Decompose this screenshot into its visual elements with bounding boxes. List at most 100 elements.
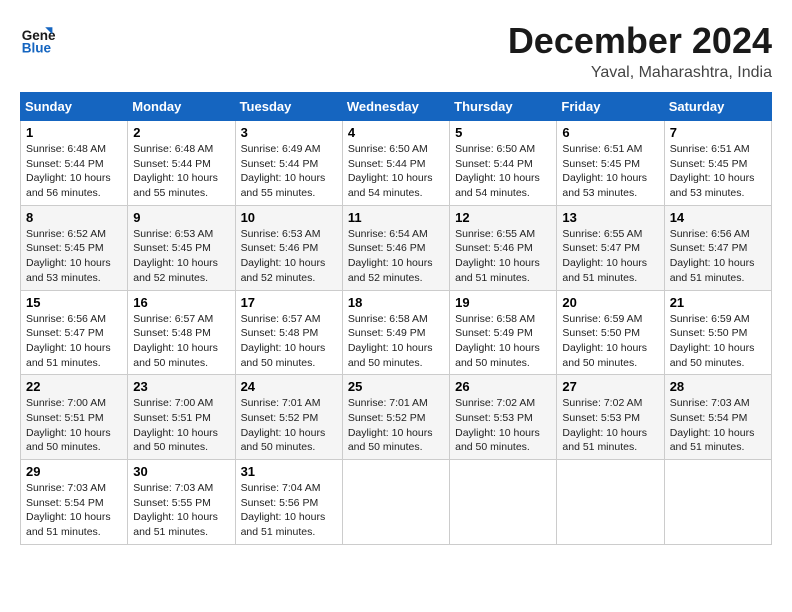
day-info: Sunrise: 6:56 AM Sunset: 5:47 PM Dayligh… xyxy=(670,227,766,286)
day-info: Sunrise: 6:52 AM Sunset: 5:45 PM Dayligh… xyxy=(26,227,122,286)
day-number: 28 xyxy=(670,379,766,394)
calendar-week-2: 8 Sunrise: 6:52 AM Sunset: 5:45 PM Dayli… xyxy=(21,205,772,290)
calendar-week-4: 22 Sunrise: 7:00 AM Sunset: 5:51 PM Dayl… xyxy=(21,375,772,460)
calendar-cell xyxy=(342,460,449,545)
weekday-header-sunday: Sunday xyxy=(21,93,128,121)
day-number: 24 xyxy=(241,379,337,394)
calendar-cell: 11 Sunrise: 6:54 AM Sunset: 5:46 PM Dayl… xyxy=(342,205,449,290)
calendar-cell: 30 Sunrise: 7:03 AM Sunset: 5:55 PM Dayl… xyxy=(128,460,235,545)
weekday-header-saturday: Saturday xyxy=(664,93,771,121)
day-info: Sunrise: 7:04 AM Sunset: 5:56 PM Dayligh… xyxy=(241,481,337,540)
calendar-cell: 8 Sunrise: 6:52 AM Sunset: 5:45 PM Dayli… xyxy=(21,205,128,290)
calendar-cell: 22 Sunrise: 7:00 AM Sunset: 5:51 PM Dayl… xyxy=(21,375,128,460)
weekday-header-friday: Friday xyxy=(557,93,664,121)
calendar-cell: 9 Sunrise: 6:53 AM Sunset: 5:45 PM Dayli… xyxy=(128,205,235,290)
calendar-week-3: 15 Sunrise: 6:56 AM Sunset: 5:47 PM Dayl… xyxy=(21,290,772,375)
weekday-header-thursday: Thursday xyxy=(450,93,557,121)
calendar-cell: 21 Sunrise: 6:59 AM Sunset: 5:50 PM Dayl… xyxy=(664,290,771,375)
day-info: Sunrise: 7:01 AM Sunset: 5:52 PM Dayligh… xyxy=(241,396,337,455)
day-info: Sunrise: 6:55 AM Sunset: 5:46 PM Dayligh… xyxy=(455,227,551,286)
calendar-cell: 18 Sunrise: 6:58 AM Sunset: 5:49 PM Dayl… xyxy=(342,290,449,375)
calendar-cell: 24 Sunrise: 7:01 AM Sunset: 5:52 PM Dayl… xyxy=(235,375,342,460)
day-info: Sunrise: 6:59 AM Sunset: 5:50 PM Dayligh… xyxy=(670,312,766,371)
day-info: Sunrise: 7:03 AM Sunset: 5:54 PM Dayligh… xyxy=(26,481,122,540)
day-info: Sunrise: 6:49 AM Sunset: 5:44 PM Dayligh… xyxy=(241,142,337,201)
day-number: 5 xyxy=(455,125,551,140)
logo-icon: General Blue xyxy=(20,20,56,56)
logo: General Blue xyxy=(20,20,56,56)
day-number: 17 xyxy=(241,295,337,310)
day-info: Sunrise: 7:01 AM Sunset: 5:52 PM Dayligh… xyxy=(348,396,444,455)
day-info: Sunrise: 6:59 AM Sunset: 5:50 PM Dayligh… xyxy=(562,312,658,371)
calendar-cell: 16 Sunrise: 6:57 AM Sunset: 5:48 PM Dayl… xyxy=(128,290,235,375)
day-info: Sunrise: 6:50 AM Sunset: 5:44 PM Dayligh… xyxy=(455,142,551,201)
calendar-cell: 25 Sunrise: 7:01 AM Sunset: 5:52 PM Dayl… xyxy=(342,375,449,460)
day-number: 26 xyxy=(455,379,551,394)
day-number: 4 xyxy=(348,125,444,140)
calendar-cell: 10 Sunrise: 6:53 AM Sunset: 5:46 PM Dayl… xyxy=(235,205,342,290)
day-number: 12 xyxy=(455,210,551,225)
day-number: 6 xyxy=(562,125,658,140)
day-number: 20 xyxy=(562,295,658,310)
day-number: 27 xyxy=(562,379,658,394)
calendar-cell xyxy=(450,460,557,545)
calendar-cell: 13 Sunrise: 6:55 AM Sunset: 5:47 PM Dayl… xyxy=(557,205,664,290)
calendar-cell: 1 Sunrise: 6:48 AM Sunset: 5:44 PM Dayli… xyxy=(21,121,128,206)
calendar-header-row: SundayMondayTuesdayWednesdayThursdayFrid… xyxy=(21,93,772,121)
svg-text:Blue: Blue xyxy=(22,40,52,55)
day-number: 18 xyxy=(348,295,444,310)
calendar-cell: 27 Sunrise: 7:02 AM Sunset: 5:53 PM Dayl… xyxy=(557,375,664,460)
day-number: 23 xyxy=(133,379,229,394)
day-info: Sunrise: 6:57 AM Sunset: 5:48 PM Dayligh… xyxy=(133,312,229,371)
day-info: Sunrise: 6:51 AM Sunset: 5:45 PM Dayligh… xyxy=(670,142,766,201)
calendar-cell: 6 Sunrise: 6:51 AM Sunset: 5:45 PM Dayli… xyxy=(557,121,664,206)
day-number: 3 xyxy=(241,125,337,140)
day-info: Sunrise: 6:53 AM Sunset: 5:45 PM Dayligh… xyxy=(133,227,229,286)
page-header: General Blue December 2024 Yaval, Mahara… xyxy=(20,20,772,82)
day-number: 15 xyxy=(26,295,122,310)
day-number: 30 xyxy=(133,464,229,479)
day-number: 25 xyxy=(348,379,444,394)
calendar-cell: 4 Sunrise: 6:50 AM Sunset: 5:44 PM Dayli… xyxy=(342,121,449,206)
calendar-cell: 17 Sunrise: 6:57 AM Sunset: 5:48 PM Dayl… xyxy=(235,290,342,375)
day-number: 22 xyxy=(26,379,122,394)
day-number: 21 xyxy=(670,295,766,310)
day-info: Sunrise: 7:00 AM Sunset: 5:51 PM Dayligh… xyxy=(133,396,229,455)
title-area: December 2024 Yaval, Maharashtra, India xyxy=(508,20,772,82)
day-info: Sunrise: 7:03 AM Sunset: 5:54 PM Dayligh… xyxy=(670,396,766,455)
calendar-cell: 14 Sunrise: 6:56 AM Sunset: 5:47 PM Dayl… xyxy=(664,205,771,290)
calendar-cell: 2 Sunrise: 6:48 AM Sunset: 5:44 PM Dayli… xyxy=(128,121,235,206)
location: Yaval, Maharashtra, India xyxy=(508,64,772,82)
calendar-cell: 31 Sunrise: 7:04 AM Sunset: 5:56 PM Dayl… xyxy=(235,460,342,545)
day-number: 14 xyxy=(670,210,766,225)
calendar-week-5: 29 Sunrise: 7:03 AM Sunset: 5:54 PM Dayl… xyxy=(21,460,772,545)
calendar-cell xyxy=(664,460,771,545)
day-info: Sunrise: 6:48 AM Sunset: 5:44 PM Dayligh… xyxy=(133,142,229,201)
day-number: 2 xyxy=(133,125,229,140)
calendar-cell: 20 Sunrise: 6:59 AM Sunset: 5:50 PM Dayl… xyxy=(557,290,664,375)
day-info: Sunrise: 6:58 AM Sunset: 5:49 PM Dayligh… xyxy=(455,312,551,371)
calendar-cell: 28 Sunrise: 7:03 AM Sunset: 5:54 PM Dayl… xyxy=(664,375,771,460)
day-number: 10 xyxy=(241,210,337,225)
month-title: December 2024 xyxy=(508,20,772,62)
weekday-header-monday: Monday xyxy=(128,93,235,121)
calendar-cell: 23 Sunrise: 7:00 AM Sunset: 5:51 PM Dayl… xyxy=(128,375,235,460)
day-number: 9 xyxy=(133,210,229,225)
day-number: 1 xyxy=(26,125,122,140)
calendar-cell: 5 Sunrise: 6:50 AM Sunset: 5:44 PM Dayli… xyxy=(450,121,557,206)
day-number: 31 xyxy=(241,464,337,479)
day-info: Sunrise: 7:02 AM Sunset: 5:53 PM Dayligh… xyxy=(455,396,551,455)
day-info: Sunrise: 6:58 AM Sunset: 5:49 PM Dayligh… xyxy=(348,312,444,371)
day-info: Sunrise: 7:03 AM Sunset: 5:55 PM Dayligh… xyxy=(133,481,229,540)
calendar-week-1: 1 Sunrise: 6:48 AM Sunset: 5:44 PM Dayli… xyxy=(21,121,772,206)
calendar-cell: 26 Sunrise: 7:02 AM Sunset: 5:53 PM Dayl… xyxy=(450,375,557,460)
day-info: Sunrise: 6:56 AM Sunset: 5:47 PM Dayligh… xyxy=(26,312,122,371)
day-info: Sunrise: 6:57 AM Sunset: 5:48 PM Dayligh… xyxy=(241,312,337,371)
day-info: Sunrise: 6:48 AM Sunset: 5:44 PM Dayligh… xyxy=(26,142,122,201)
calendar-cell: 7 Sunrise: 6:51 AM Sunset: 5:45 PM Dayli… xyxy=(664,121,771,206)
weekday-header-wednesday: Wednesday xyxy=(342,93,449,121)
day-number: 29 xyxy=(26,464,122,479)
day-info: Sunrise: 6:51 AM Sunset: 5:45 PM Dayligh… xyxy=(562,142,658,201)
day-number: 8 xyxy=(26,210,122,225)
weekday-header-tuesday: Tuesday xyxy=(235,93,342,121)
